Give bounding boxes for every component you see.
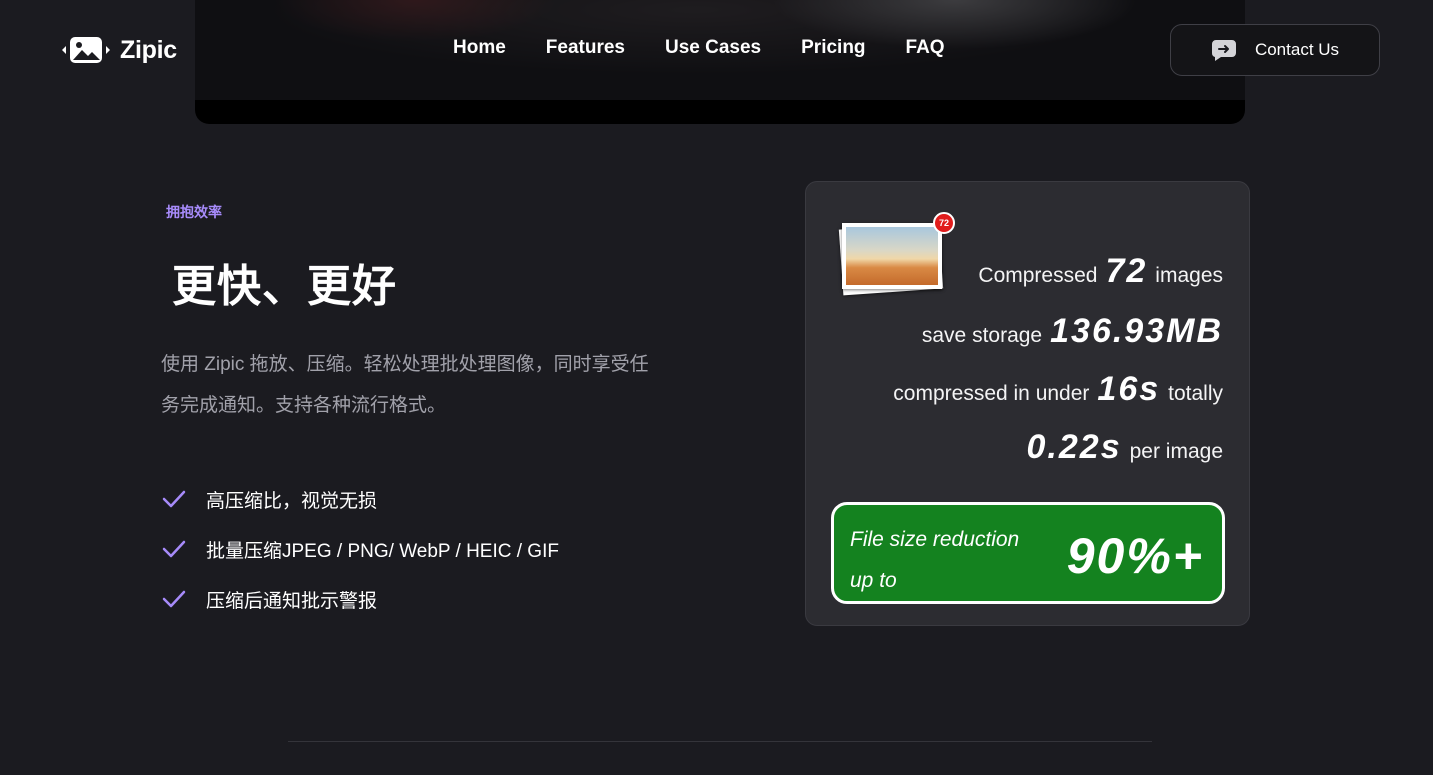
stat-storage-value: 136.93MB [1050,312,1223,350]
section-description: 使用 Zipic 拖放、压缩。轻松处理批处理图像，同时享受任务完成通知。支持各种… [161,354,649,416]
contact-us-button[interactable]: Contact Us [1170,24,1380,76]
photo-stack-icon [836,218,951,298]
nav-features[interactable]: Features [546,37,625,59]
nav-use-cases[interactable]: Use Cases [665,37,761,59]
stat-time: compressed in under 16s totally [893,370,1223,409]
contact-us-label: Contact Us [1254,40,1340,59]
feature-item: 高压缩比，视觉无损 [162,474,559,524]
main-nav: Home Features Use Cases Pricing FAQ [453,37,945,59]
reduction-value: 90%+ [1066,528,1204,584]
stat-compressed-suffix: images [1155,264,1223,287]
stat-storage-label: save storage [921,324,1043,347]
stat-compressed: Compressed 72 images [978,252,1223,291]
stat-compressed-label: Compressed [978,264,1098,287]
photo-front [842,223,942,289]
nav-pricing[interactable]: Pricing [801,37,865,59]
stat-per-image-value: 0.22s [1026,428,1122,466]
site-header: Zipic Home Features Use Cases Pricing FA… [0,0,1433,100]
stats-card: 72 Compressed 72 images save storage 136… [805,181,1250,626]
notification-badge: 72 [933,212,955,234]
logo[interactable]: Zipic [60,33,177,67]
image-compress-logo-icon [62,37,110,63]
check-icon [162,540,186,558]
stat-time-suffix: totally [1168,382,1223,405]
stat-time-value: 16s [1097,370,1161,408]
feature-item: 批量压缩JPEG / PNG/ WebP / HEIC / GIF [162,524,559,574]
section-eyebrow: 拥抱效率 [166,204,222,220]
check-icon [162,490,186,508]
feature-text: 高压缩比，视觉无损 [206,490,378,512]
section-title: 更快、更好 [172,262,397,311]
check-icon [162,590,186,608]
reduction-label: File size reduction up to [850,528,1020,592]
feature-list: 高压缩比，视觉无损 批量压缩JPEG / PNG/ WebP / HEIC / … [162,474,559,624]
feature-text: 批量压缩JPEG / PNG/ WebP / HEIC / GIF [206,540,559,562]
stat-per-image-suffix: per image [1129,440,1223,463]
chat-bubble-icon [1211,40,1236,61]
stat-per-image: 0.22s per image [1027,428,1223,467]
nav-faq[interactable]: FAQ [906,37,945,59]
stat-time-label: compressed in under [893,382,1090,405]
stat-compressed-count: 72 [1105,252,1148,290]
logo-text: Zipic [120,35,177,64]
photo-scene [846,227,938,285]
nav-home[interactable]: Home [453,37,506,59]
stat-storage: save storage 136.93MB [922,312,1223,351]
section-divider [288,741,1152,742]
reduction-box: File size reduction up to 90%+ [831,502,1225,604]
feature-item: 压缩后通知批示警报 [162,574,559,624]
feature-text: 压缩后通知批示警报 [206,590,378,612]
